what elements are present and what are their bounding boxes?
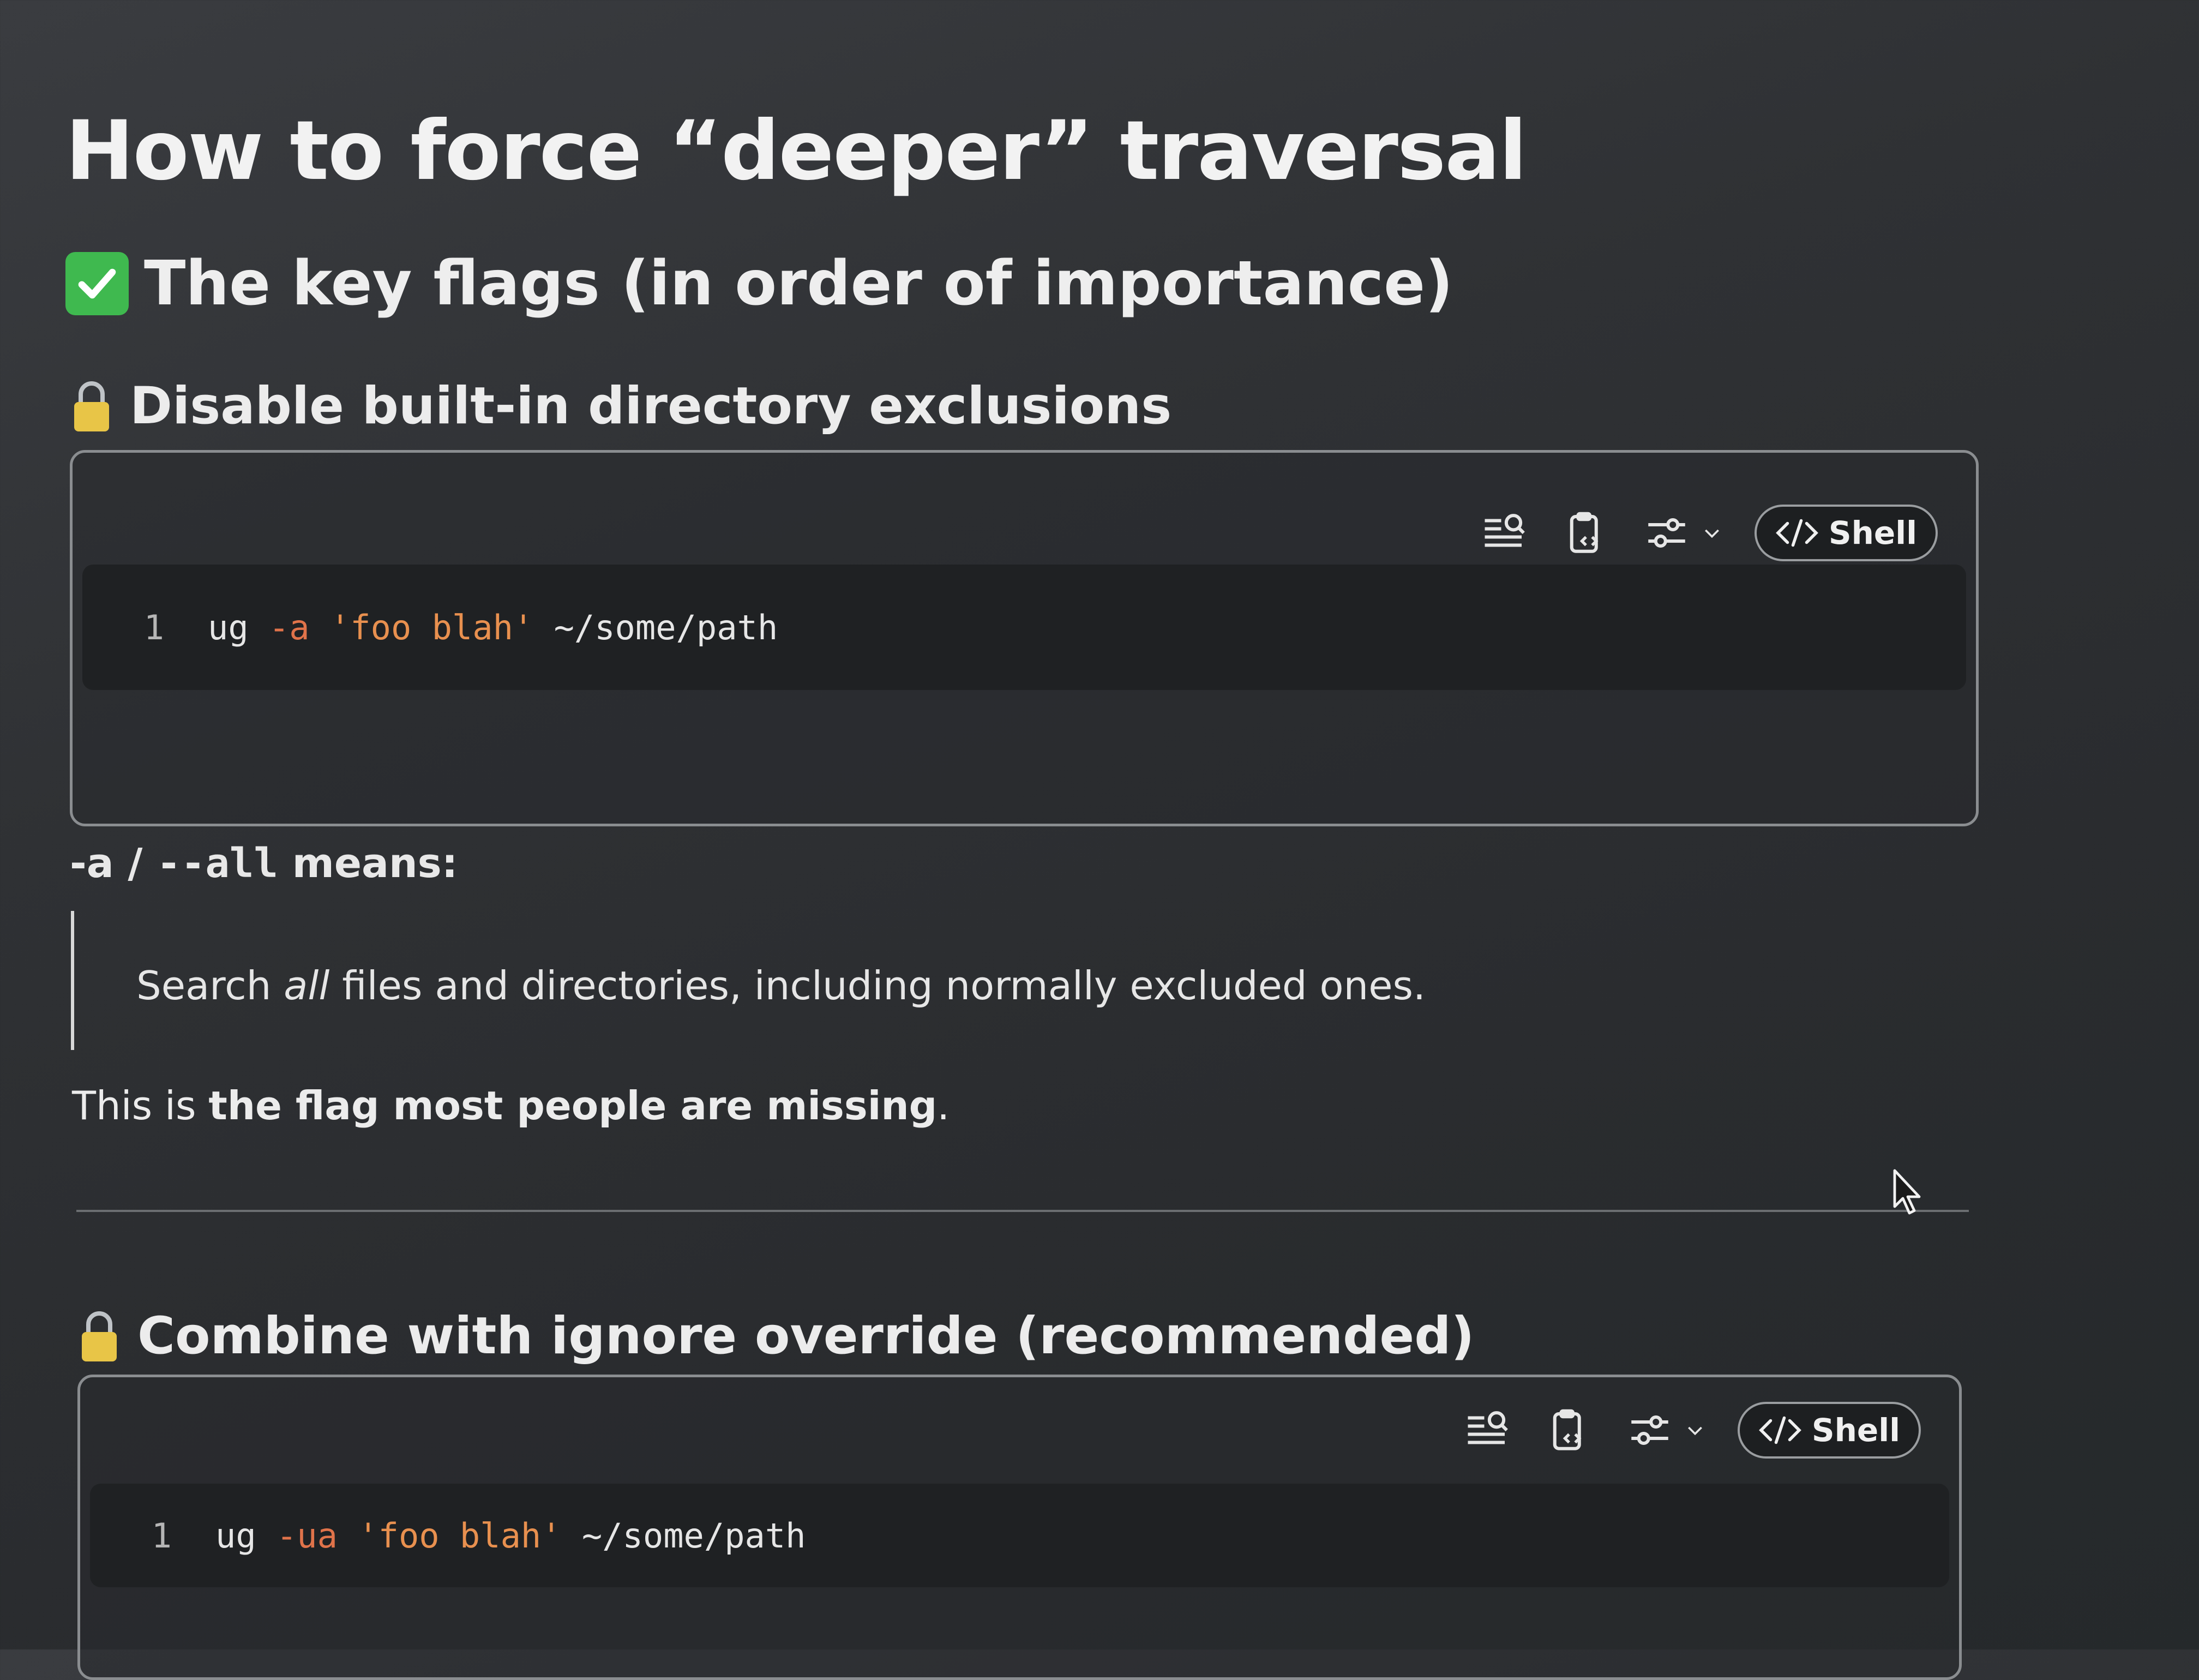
code-path: ~/some/path (581, 1515, 806, 1556)
language-label: Shell (1828, 514, 1917, 551)
flag-suffix: means: (278, 840, 458, 887)
blockquote: Search all files and directories, includ… (136, 963, 1426, 1009)
subsection-title-text: Combine with ignore override (recommende… (137, 1306, 1475, 1366)
line-number: 1 (143, 607, 164, 647)
blockquote-bar (71, 911, 74, 1050)
chevron-down-icon (1687, 1426, 1702, 1436)
code-string: 'foo blah' (329, 607, 534, 647)
language-button[interactable]: Shell (1737, 1402, 1921, 1459)
subsection-title-disable-exclusions: Disable built-in directory exclusions (70, 376, 1171, 436)
code-area[interactable]: 1 ug -a 'foo blah' ~/some/path (82, 565, 1966, 690)
code-icon (1758, 1416, 1801, 1444)
code-icon (1775, 519, 1818, 547)
code-command: ug (215, 1515, 256, 1556)
code-string: 'foo blah' (358, 1515, 562, 1556)
settings-sliders-icon (1642, 508, 1691, 557)
flag-separator: / (113, 840, 157, 887)
section-heading-text: The key flags (in order of importance) (144, 248, 1453, 319)
copy-code-icon[interactable] (1561, 508, 1611, 557)
code-toolbar: Shell (1481, 505, 1938, 561)
note-paragraph: This is the flag most people are missing… (72, 1083, 950, 1129)
flag-long: --all (157, 840, 278, 887)
settings-dropdown[interactable] (1642, 508, 1723, 557)
line-number: 1 (151, 1515, 172, 1556)
chevron-down-icon (1704, 529, 1719, 538)
search-lines-icon[interactable] (1481, 508, 1530, 557)
settings-sliders-icon (1625, 1406, 1674, 1455)
code-flag: -a (268, 607, 310, 647)
language-label: Shell (1811, 1412, 1900, 1449)
flag-explanation-label: -a / --all means: (70, 840, 458, 887)
subsection-title-ignore-override: Combine with ignore override (recommende… (77, 1306, 1474, 1366)
page-title: How to force “deeper” traversal (65, 104, 1527, 199)
code-flag: -ua (276, 1515, 338, 1556)
emphasis-all: all (284, 963, 330, 1009)
copy-code-icon[interactable] (1545, 1406, 1594, 1455)
check-icon (65, 252, 129, 315)
code-area[interactable]: 1 ug -ua 'foo blah' ~/some/path (90, 1484, 1949, 1587)
code-toolbar: Shell (1464, 1402, 1921, 1459)
page: How to force “deeper” traversal The key … (0, 0, 2199, 1680)
flag-short: -a (70, 840, 114, 887)
subsection-title-text: Disable built-in directory exclusions (130, 376, 1172, 436)
code-path: ~/some/path (554, 607, 778, 647)
code-block: Shell 1 ug -ua 'foo blah' ~/some/path (77, 1375, 1962, 1680)
section-heading: The key flags (in order of importance) (65, 248, 1453, 319)
search-lines-icon[interactable] (1464, 1406, 1513, 1455)
lock-icon (70, 379, 113, 434)
language-button[interactable]: Shell (1754, 505, 1938, 561)
note-bold: the flag most people are missing (208, 1083, 938, 1129)
mouse-cursor-icon (1893, 1169, 1921, 1215)
code-block: Shell 1 ug -a 'foo blah' ~/some/path (70, 450, 1979, 826)
lock-icon (77, 1309, 121, 1364)
settings-dropdown[interactable] (1625, 1406, 1706, 1455)
horizontal-rule (76, 1210, 1969, 1212)
code-command: ug (208, 607, 249, 647)
